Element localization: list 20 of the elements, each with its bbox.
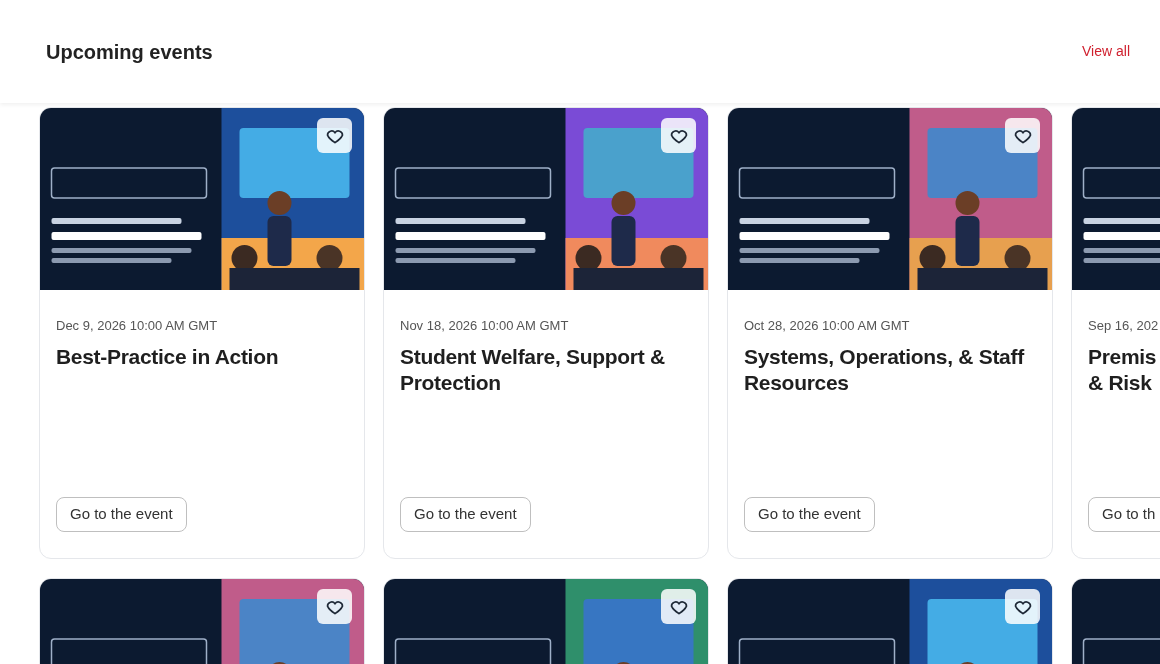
- view-all-link[interactable]: View all: [1082, 41, 1130, 62]
- event-button[interactable]: Go to th: [1088, 497, 1160, 532]
- event-title: Premis & Risk: [1088, 343, 1158, 396]
- favorite-button[interactable]: [661, 589, 696, 624]
- favorite-button[interactable]: [1005, 118, 1040, 153]
- event-title: Student Welfare, Support & Protection: [400, 343, 666, 396]
- event-date: Sep 16, 202: [1088, 317, 1160, 335]
- favorite-button[interactable]: [661, 118, 696, 153]
- favorite-button[interactable]: [1005, 589, 1040, 624]
- favorite-button[interactable]: [317, 589, 352, 624]
- section-title: Upcoming events: [46, 39, 213, 65]
- event-button[interactable]: Go to the event: [56, 497, 187, 532]
- event-button[interactable]: Go to the event: [400, 497, 531, 532]
- favorite-button[interactable]: [317, 118, 352, 153]
- event-title: Best-Practice in Action: [56, 343, 280, 370]
- event-date: Dec 9, 2026 10:00 AM GMT: [56, 317, 219, 335]
- event-date: Oct 28, 2026 10:00 AM GMT: [744, 317, 911, 335]
- event-title: Systems, Operations, & Staff Resources: [744, 343, 1026, 396]
- event-date: Nov 18, 2026 10:00 AM GMT: [400, 317, 570, 335]
- event-button[interactable]: Go to the event: [744, 497, 875, 532]
